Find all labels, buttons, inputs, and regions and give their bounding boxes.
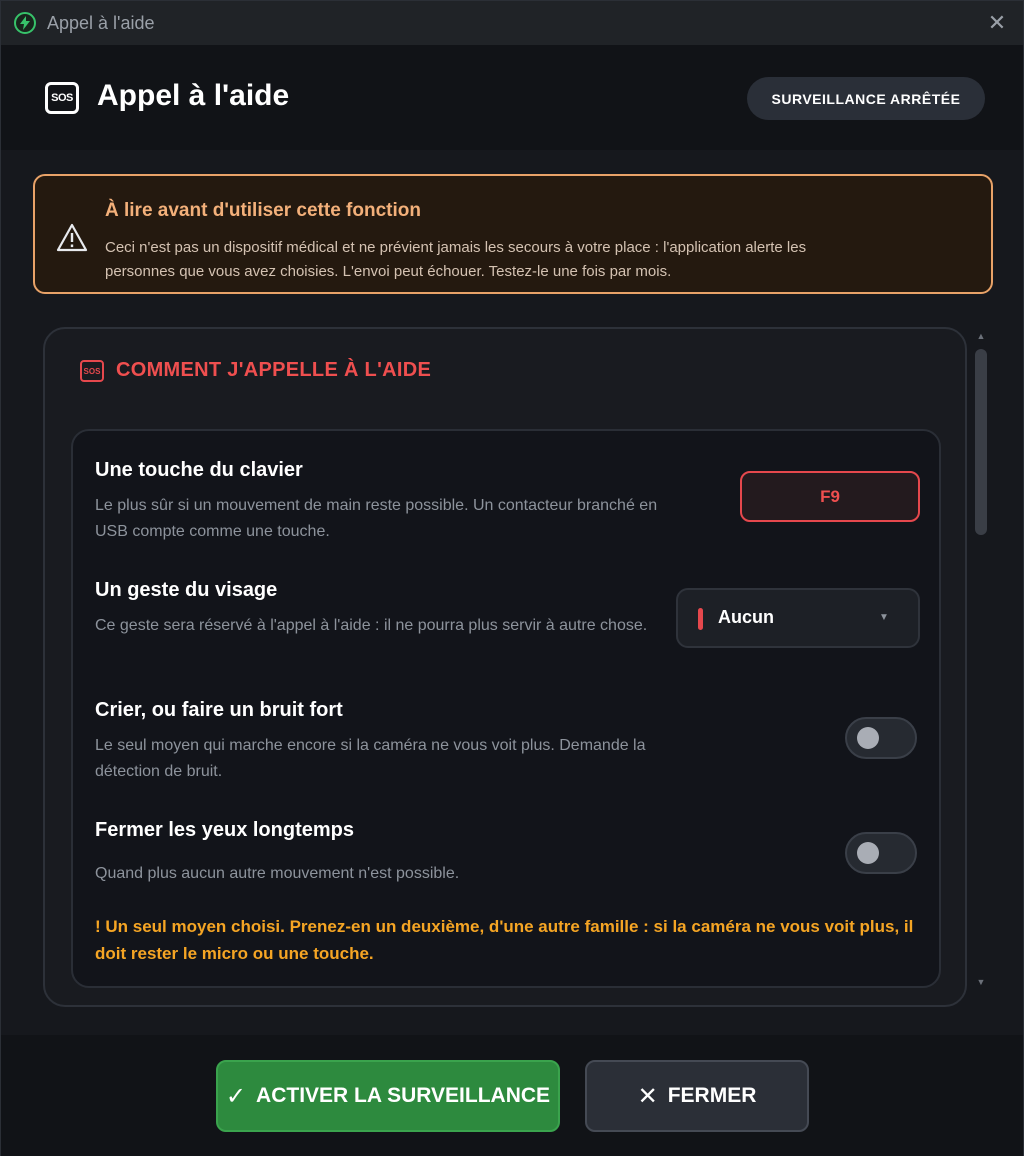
sos-icon: SOS (80, 360, 104, 382)
face-gesture-select[interactable]: Aucun ▼ (676, 588, 920, 648)
eyes-option-desc: Quand plus aucun autre mouvement n'est p… (95, 865, 460, 882)
shout-toggle[interactable] (845, 717, 917, 759)
toggle-knob (857, 727, 879, 749)
check-icon: ✓ (225, 1082, 247, 1110)
scroll-thumb[interactable] (975, 349, 987, 535)
title-bar: Appel à l'aide ✕ (1, 1, 1023, 45)
sos-icon: SOS (45, 82, 79, 114)
key-assign-button[interactable]: F9 (740, 471, 920, 522)
warning-title: À lire avant d'utiliser cette fonction (105, 200, 421, 221)
dialog-window: Appel à l'aide ✕ SOS Appel à l'aide SURV… (0, 0, 1024, 1156)
face-gesture-value: Aucun (718, 607, 774, 627)
close-button[interactable]: ✕ FERMER (585, 1060, 809, 1132)
select-indicator (698, 608, 703, 630)
activate-label: ACTIVER LA SURVEILLANCE (256, 1084, 551, 1107)
close-label: FERMER (667, 1084, 757, 1107)
status-badge: SURVEILLANCE ARRÊTÉE (747, 77, 985, 120)
eyes-toggle[interactable] (845, 832, 917, 874)
chevron-down-icon: ▼ (879, 612, 889, 623)
toggle-knob (857, 842, 879, 864)
lightning-icon (14, 12, 36, 34)
section-title: COMMENT J'APPELLE À L'AIDE (116, 359, 432, 381)
close-icon: ✕ (637, 1082, 658, 1110)
scrollbar[interactable]: ▲ ▼ (971, 327, 991, 997)
eyes-option-title: Fermer les yeux longtemps (95, 819, 354, 841)
warning-icon (55, 221, 89, 255)
face-option-desc: Ce geste sera réservé à l'appel à l'aide… (95, 617, 648, 634)
face-option-title: Un geste du visage (95, 579, 278, 601)
options-panel: Une touche du clavier Le plus sûr si un … (71, 429, 941, 988)
scroll-down-icon[interactable]: ▼ (976, 977, 986, 989)
help-methods-card: SOS COMMENT J'APPELLE À L'AIDE Une touch… (43, 327, 967, 1007)
warning-text: Ceci n'est pas un dispositif médical et … (105, 239, 807, 280)
activate-monitoring-button[interactable]: ✓ ACTIVER LA SURVEILLANCE (216, 1060, 560, 1132)
shout-option-title: Crier, ou faire un bruit fort (95, 699, 343, 721)
close-icon[interactable]: ✕ (983, 9, 1011, 37)
keyboard-option-desc: Le plus sûr si un mouvement de main rest… (95, 497, 658, 540)
shout-option-desc: Le seul moyen qui marche encore si la ca… (95, 737, 646, 780)
warning-box: À lire avant d'utiliser cette fonction C… (33, 174, 993, 294)
page-title: Appel à l'aide (97, 79, 290, 112)
keyboard-option-title: Une touche du clavier (95, 459, 303, 481)
window-title: Appel à l'aide (47, 13, 155, 33)
scroll-up-icon[interactable]: ▲ (976, 331, 986, 343)
single-method-warning: ! Un seul moyen choisi. Prenez-en un deu… (95, 917, 914, 963)
